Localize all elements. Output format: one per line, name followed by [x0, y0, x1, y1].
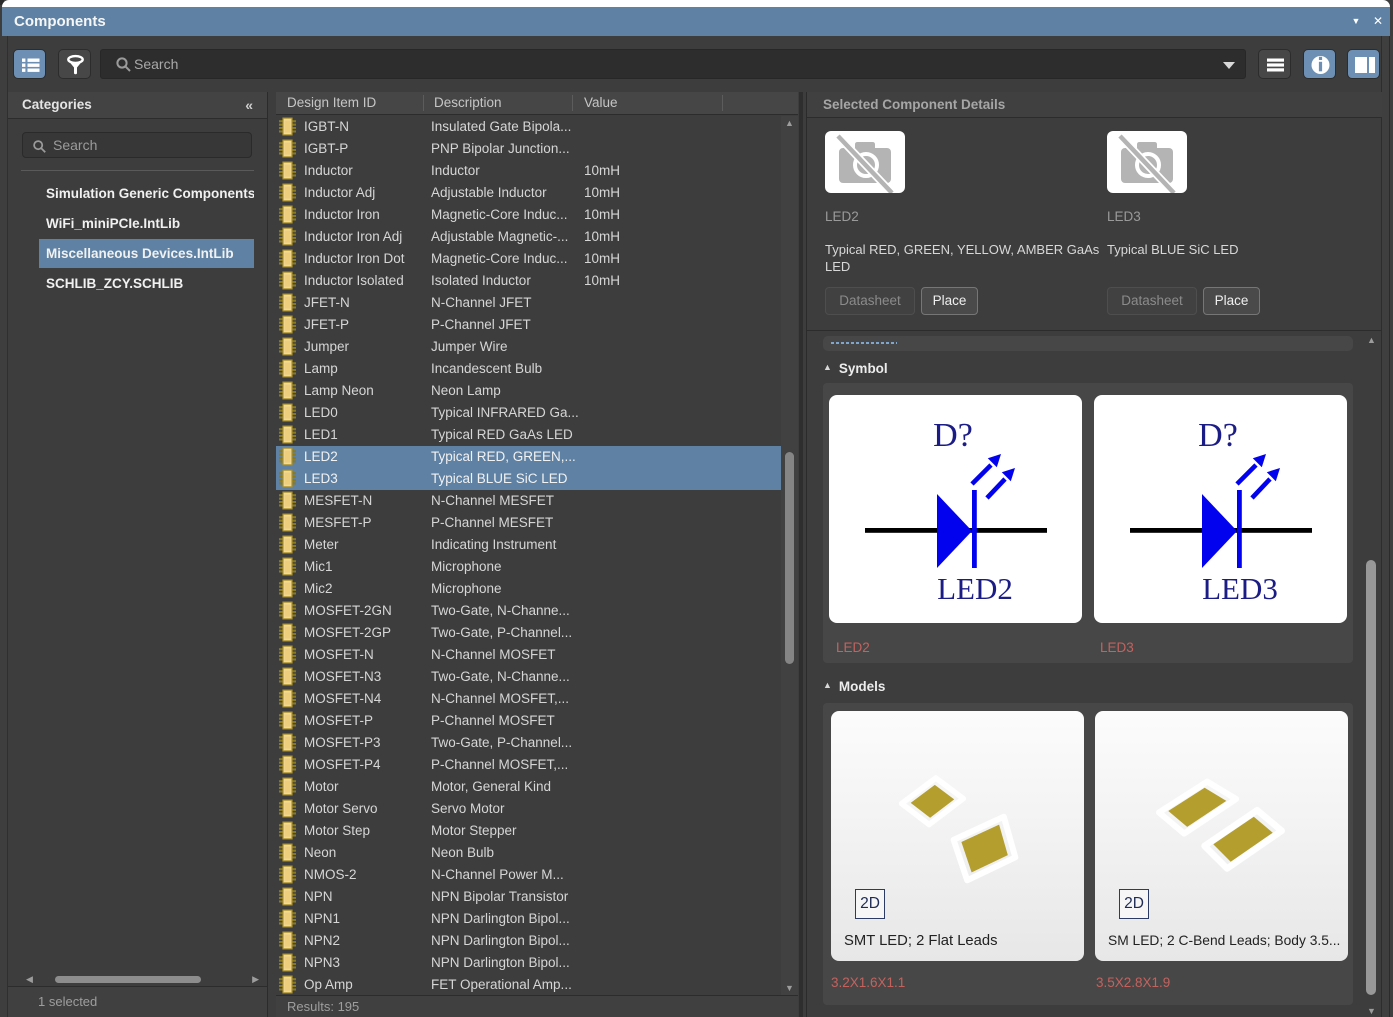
svg-text:D?: D? [1198, 417, 1238, 454]
svg-text:LED2: LED2 [937, 571, 1013, 606]
svg-text:D?: D? [933, 417, 973, 454]
svg-text:LED3: LED3 [1202, 571, 1278, 606]
